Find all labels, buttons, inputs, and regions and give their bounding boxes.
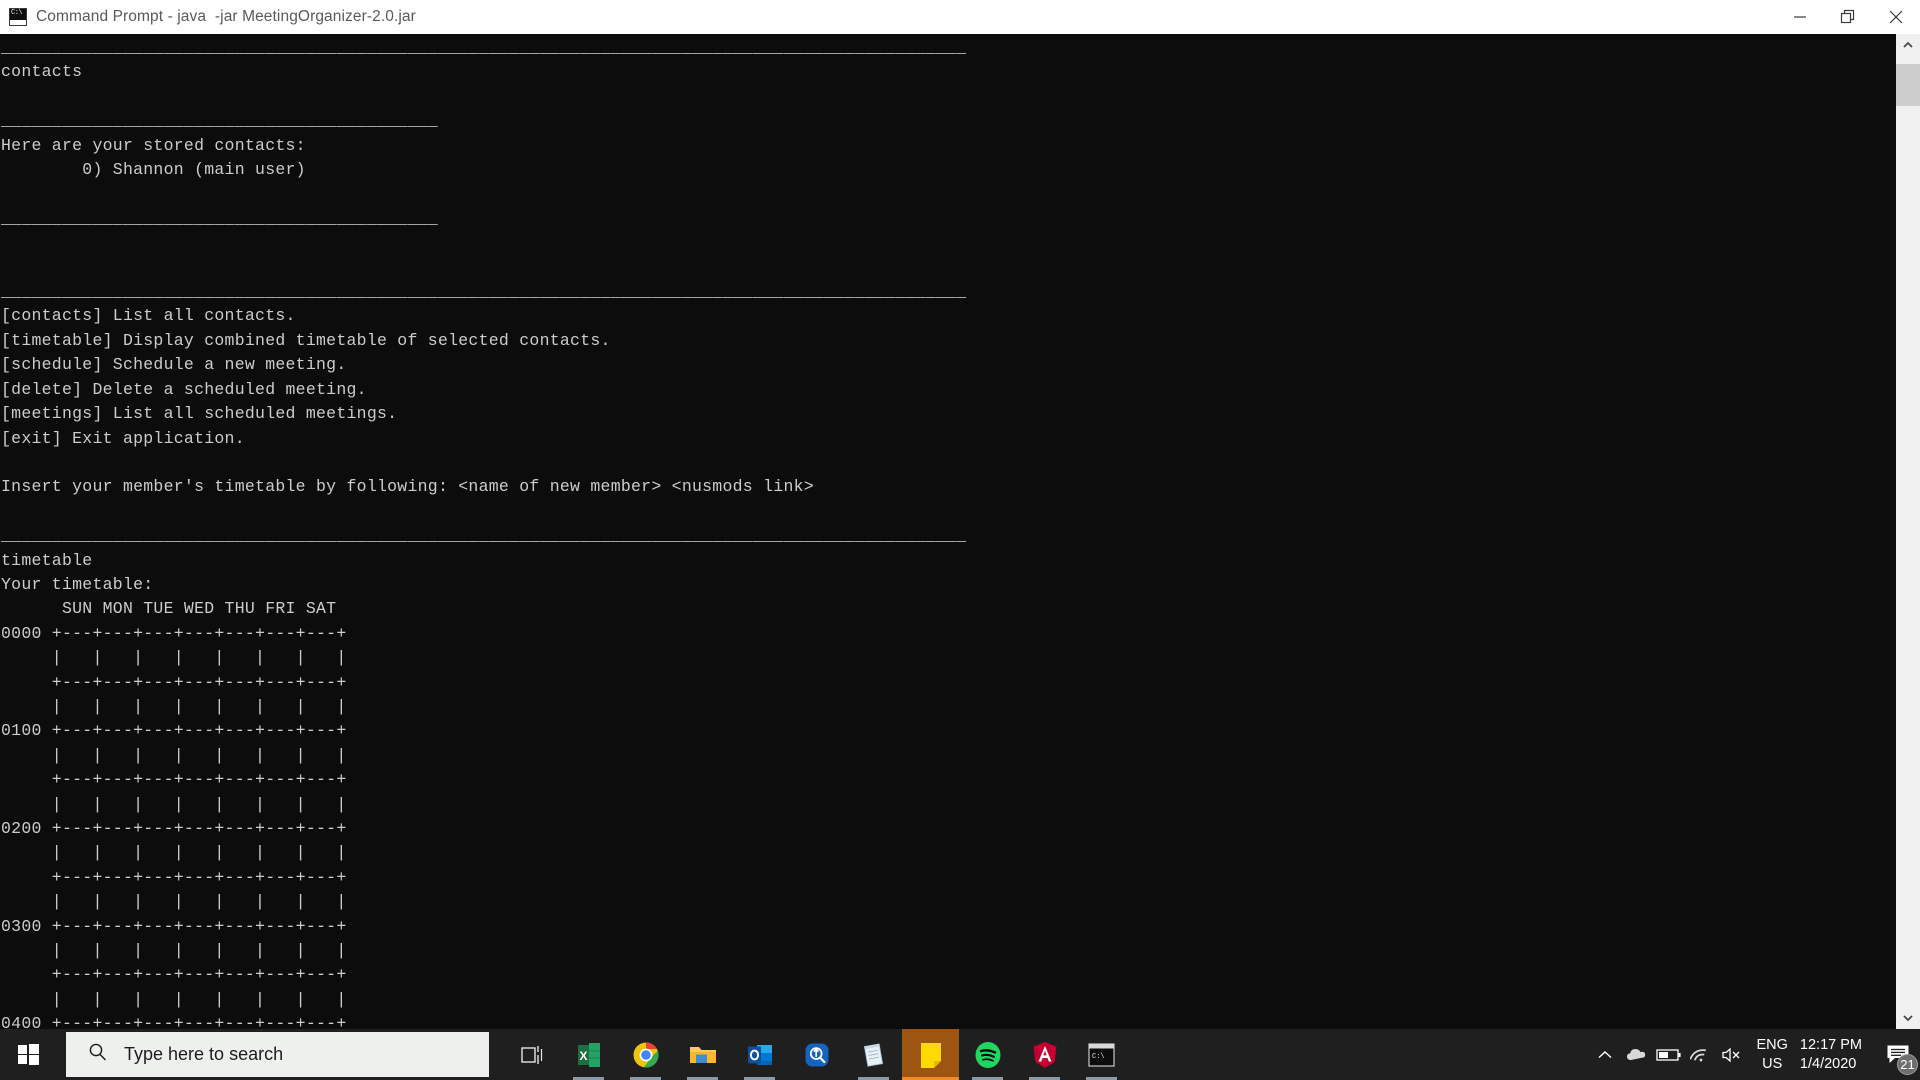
language-indicator[interactable]: ENG US [1757,1036,1788,1074]
clock-time: 12:17 PM [1799,1036,1862,1053]
scrollbar-track[interactable] [1896,56,1920,1007]
windows-logo-icon [17,1044,39,1065]
windows-taskbar[interactable]: Type here to search X C:\ ENG US 12:17 P… [0,1029,1920,1080]
notification-badge: 21 [1897,1054,1918,1075]
taskbar-item-notepad[interactable] [845,1029,902,1080]
language-top: ENG [1756,1036,1788,1053]
search-input[interactable]: Type here to search [66,1032,489,1077]
battery-icon[interactable] [1653,1029,1685,1080]
console-scrollbar[interactable] [1896,34,1920,1029]
start-button[interactable] [0,1029,56,1080]
notification-center-button[interactable]: 21 [1876,1029,1920,1080]
scroll-up-arrow-icon[interactable] [1896,34,1920,56]
taskbar-item-chrome[interactable] [617,1029,674,1080]
taskbar-item-blue-app[interactable] [788,1029,845,1080]
terminal-output-area[interactable]: ________________________________________… [0,34,1896,1029]
scroll-down-arrow-icon[interactable] [1896,1007,1920,1029]
taskbar-item-sticky-notes[interactable] [902,1029,959,1080]
taskbar-item-angular[interactable] [1016,1029,1073,1080]
svg-text:C:\: C:\ [1092,1053,1105,1061]
terminal-text: ________________________________________… [1,38,967,1029]
taskbar-items: X C:\ [503,1029,1130,1080]
taskbar-item-task-view[interactable] [503,1029,560,1080]
scrollbar-thumb[interactable] [1896,64,1920,106]
taskbar-item-file-explorer[interactable] [674,1029,731,1080]
command-prompt-icon [9,8,27,26]
taskbar-item-outlook[interactable] [731,1029,788,1080]
taskbar-item-command-prompt[interactable]: C:\ [1073,1029,1130,1080]
taskbar-item-excel[interactable]: X [560,1029,617,1080]
search-icon [88,1042,108,1067]
speaker-muted-icon[interactable] [1717,1029,1749,1080]
window-title: Command Prompt - java -jar MeetingOrgani… [36,8,416,25]
taskbar-item-spotify[interactable] [959,1029,1016,1080]
minimize-button[interactable] [1776,0,1824,34]
clock-date: 1/4/2020 [1799,1055,1857,1072]
restore-button[interactable] [1824,0,1872,34]
cloud-icon[interactable] [1621,1029,1653,1080]
svg-text:X: X [579,1049,587,1063]
search-placeholder-text: Type here to search [124,1044,284,1064]
wifi-icon[interactable] [1685,1029,1717,1080]
chevron-up-icon[interactable] [1589,1029,1621,1080]
system-tray: ENG US 12:17 PM 1/4/2020 21 [1589,1029,1920,1080]
clock[interactable]: 12:17 PM 1/4/2020 [1800,1036,1862,1074]
language-bottom: US [1762,1055,1783,1072]
window-title-bar[interactable]: Command Prompt - java -jar MeetingOrgani… [0,0,1920,34]
close-button[interactable] [1872,0,1920,34]
